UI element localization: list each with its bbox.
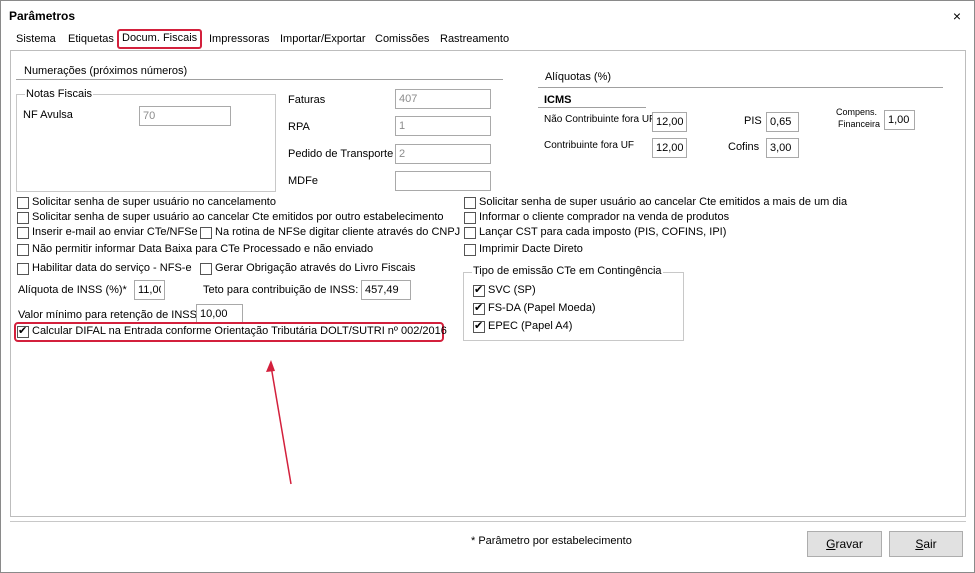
senha-outro-estab-label: Solicitar senha de super usuário ao canc… bbox=[32, 211, 444, 223]
informar-comprador-label: Informar o cliente comprador na venda de… bbox=[479, 211, 730, 223]
nao-contribuinte-input[interactable] bbox=[652, 112, 687, 132]
svc-sp-checkbox[interactable] bbox=[473, 283, 485, 297]
habilitar-data-servico-label: Habilitar data do serviço - NFS-e bbox=[32, 262, 192, 274]
contingencia-title: Tipo de emissão CTe em Contingência bbox=[472, 265, 663, 277]
icms-divider bbox=[538, 107, 646, 108]
fs-da-checkbox[interactable] bbox=[473, 301, 485, 315]
aliquota-inss-label: Alíquota de INSS (%)* bbox=[18, 284, 127, 296]
teto-inss-label: Teto para contribuição de INSS: bbox=[203, 284, 359, 296]
calcular-difal-label: Calcular DIFAL na Entrada conforme Orien… bbox=[32, 325, 447, 337]
svc-sp-label: SVC (SP) bbox=[488, 284, 536, 296]
sair-label: air bbox=[923, 537, 937, 551]
rpa-input[interactable] bbox=[395, 116, 491, 136]
parametros-window: Parâmetros × Sistema Etiquetas Docum. Fi… bbox=[0, 0, 975, 573]
parametro-note: * Parâmetro por estabelecimento bbox=[471, 535, 632, 547]
epec-checkbox[interactable] bbox=[473, 319, 485, 333]
tab-etiquetas[interactable]: Etiquetas bbox=[68, 33, 114, 45]
lancar-cst-label: Lançar CST para cada imposto (PIS, COFIN… bbox=[479, 226, 727, 238]
icms-title: ICMS bbox=[544, 94, 572, 106]
aliquotas-title: Alíquotas (%) bbox=[544, 71, 613, 83]
epec-label: EPEC (Papel A4) bbox=[488, 320, 573, 332]
close-icon[interactable]: × bbox=[948, 7, 966, 25]
compens-financeira-input[interactable] bbox=[884, 110, 915, 130]
gravar-label: ravar bbox=[835, 537, 863, 551]
fs-da-label: FS-DA (Papel Moeda) bbox=[488, 302, 596, 314]
nao-permitir-baixa-label: Não permitir informar Data Baixa para CT… bbox=[32, 243, 374, 255]
numeracoes-divider bbox=[16, 79, 503, 80]
senha-mais-de-um-dia-checkbox[interactable] bbox=[464, 197, 476, 209]
tab-docum-fiscais[interactable]: Docum. Fiscais bbox=[117, 29, 203, 49]
pis-label: PIS bbox=[744, 115, 762, 127]
rpa-label: RPA bbox=[288, 121, 310, 133]
calcular-difal-checkbox[interactable] bbox=[17, 324, 29, 338]
senha-cancelamento-label: Solicitar senha de super usuário no canc… bbox=[32, 196, 276, 208]
habilitar-data-servico-checkbox[interactable] bbox=[17, 263, 29, 275]
numeracoes-title: Numerações (próximos números) bbox=[23, 65, 189, 77]
senha-cancelamento-checkbox[interactable] bbox=[17, 197, 29, 209]
lancar-cst-checkbox[interactable] bbox=[464, 227, 476, 239]
inserir-email-checkbox[interactable] bbox=[17, 227, 29, 239]
valor-minimo-label: Valor mínimo para retenção de INSS bbox=[18, 309, 197, 321]
nf-avulsa-label: NF Avulsa bbox=[23, 109, 73, 121]
valor-minimo-input[interactable] bbox=[196, 304, 243, 324]
compens-label: Compens. bbox=[836, 107, 878, 117]
contribuinte-input[interactable] bbox=[652, 138, 687, 158]
senha-mais-de-um-dia-label: Solicitar senha de super usuário ao canc… bbox=[479, 196, 848, 208]
mdfe-input[interactable] bbox=[395, 171, 491, 191]
imprimir-dacte-label: Imprimir Dacte Direto bbox=[479, 243, 583, 255]
cofins-input[interactable] bbox=[766, 138, 799, 158]
gerar-obrigacao-label: Gerar Obrigação através do Livro Fiscais bbox=[215, 262, 416, 274]
informar-comprador-checkbox[interactable] bbox=[464, 212, 476, 224]
pis-input[interactable] bbox=[766, 112, 799, 132]
gravar-mnemonic: G bbox=[826, 537, 836, 551]
nao-contribuinte-label: Não Contribuinte fora UF bbox=[544, 114, 656, 125]
aliquota-inss-input[interactable] bbox=[134, 280, 165, 300]
inserir-email-label: Inserir e-mail ao enviar CTe/NFSe bbox=[32, 226, 198, 238]
rotina-nfse-checkbox[interactable] bbox=[200, 227, 212, 239]
tab-sistema[interactable]: Sistema bbox=[16, 33, 56, 45]
aliquotas-divider bbox=[538, 87, 943, 88]
imprimir-dacte-checkbox[interactable] bbox=[464, 244, 476, 256]
nf-avulsa-input[interactable] bbox=[139, 106, 231, 126]
gerar-obrigacao-checkbox[interactable] bbox=[200, 263, 212, 275]
financeira-label: Financeira bbox=[838, 119, 881, 129]
notas-fiscais-title: Notas Fiscais bbox=[25, 88, 94, 100]
contribuinte-label: Contribuinte fora UF bbox=[544, 140, 635, 151]
cofins-label: Cofins bbox=[728, 141, 760, 153]
senha-outro-estab-checkbox[interactable] bbox=[17, 212, 29, 224]
nao-permitir-baixa-checkbox[interactable] bbox=[17, 244, 29, 256]
pedido-transporte-label: Pedido de Transporte bbox=[288, 148, 394, 160]
rotina-nfse-label: Na rotina de NFSe digitar cliente atravé… bbox=[215, 226, 461, 238]
footer-divider bbox=[10, 521, 966, 522]
mdfe-label: MDFe bbox=[288, 175, 318, 187]
pedido-transporte-input[interactable] bbox=[395, 144, 491, 164]
sair-button[interactable]: Sair bbox=[889, 531, 963, 557]
faturas-input[interactable] bbox=[395, 89, 491, 109]
faturas-label: Faturas bbox=[288, 94, 326, 106]
window-title: Parâmetros bbox=[9, 9, 76, 23]
annotation-arrow-icon bbox=[266, 360, 292, 485]
tab-rastreamento[interactable]: Rastreamento bbox=[440, 33, 509, 45]
tab-comissoes[interactable]: Comissões bbox=[375, 33, 429, 45]
gravar-button[interactable]: Gravar bbox=[807, 531, 882, 557]
teto-inss-input[interactable] bbox=[361, 280, 411, 300]
tab-impressoras[interactable]: Impressoras bbox=[209, 33, 270, 45]
tab-importar-exportar[interactable]: Importar/Exportar bbox=[280, 33, 366, 45]
